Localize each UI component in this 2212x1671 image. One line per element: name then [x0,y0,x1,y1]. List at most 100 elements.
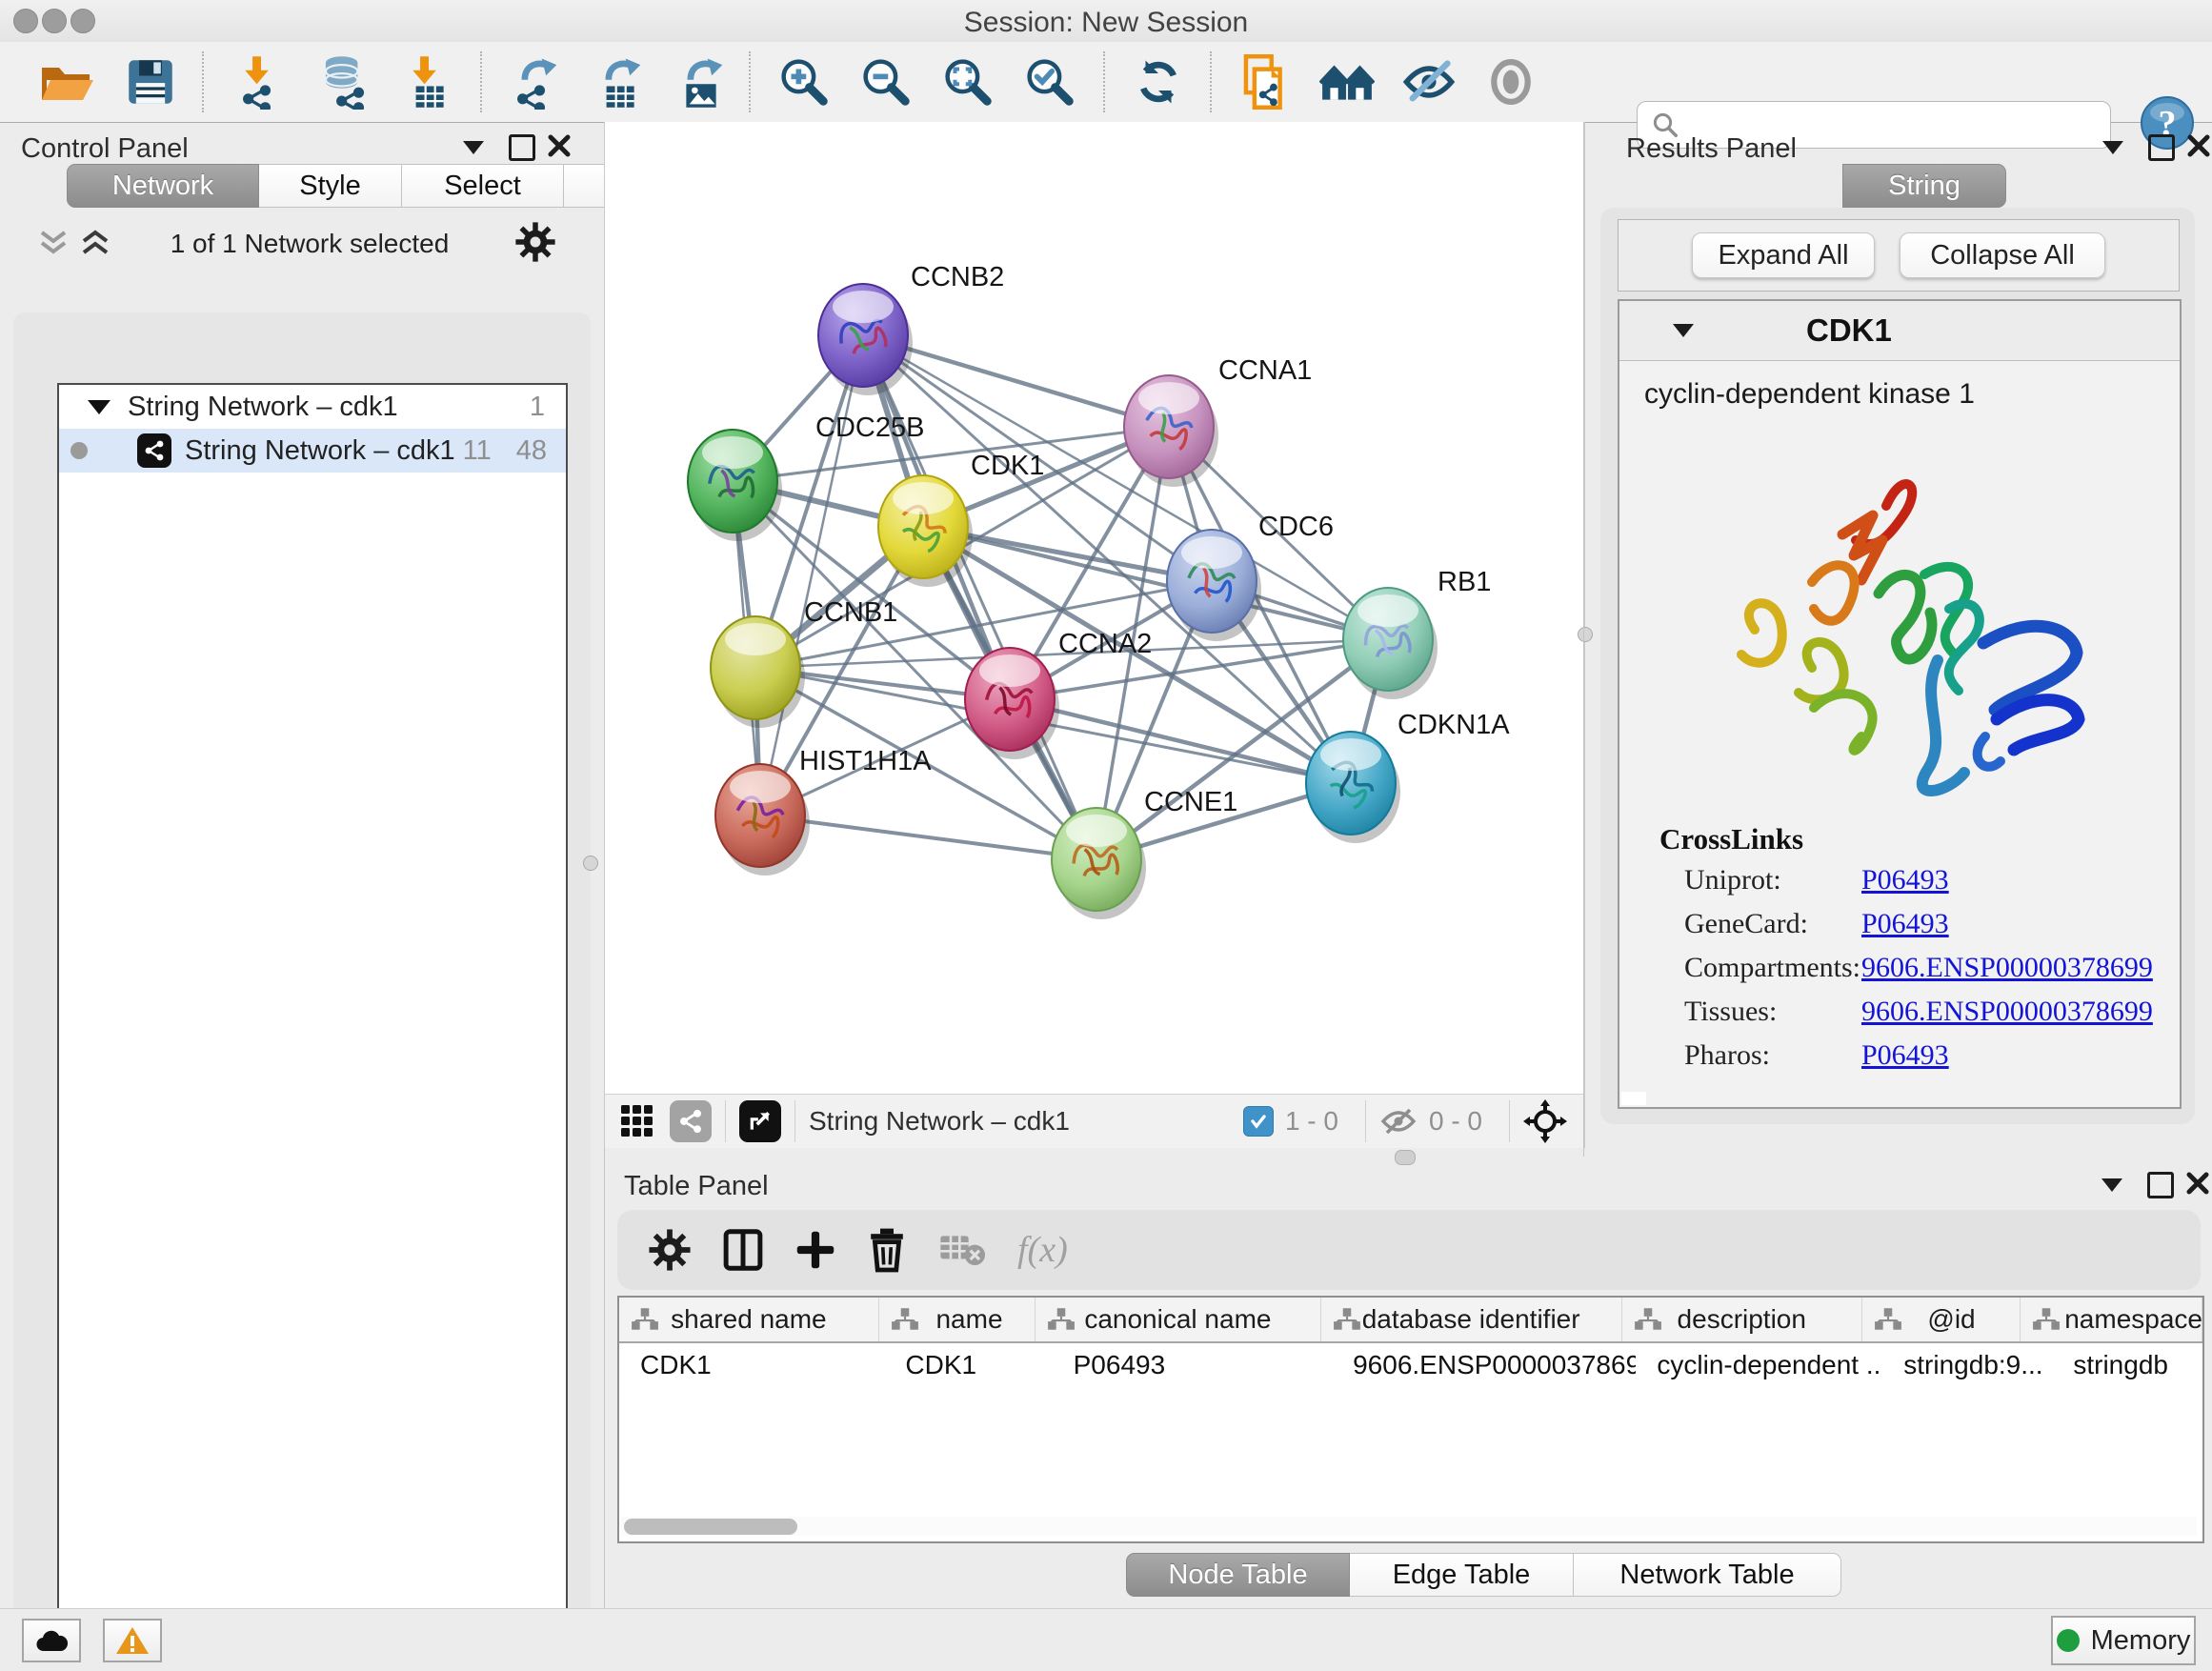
node-label: CCNB2 [911,262,1004,292]
crosslink-label: Pharos: [1684,1039,1861,1072]
delete-column-button[interactable] [867,1227,907,1273]
collapse-all-networks-icon[interactable] [36,227,70,259]
memory-button[interactable]: Memory [2051,1616,2196,1665]
export-network-button[interactable] [499,49,572,115]
memory-label: Memory [2091,1625,2191,1657]
gene-description: cyclin-dependent kinase 1 [1644,378,2180,411]
network-edge[interactable] [760,815,1096,859]
export-table-button[interactable] [583,49,655,115]
import-database-button[interactable] [309,49,381,115]
collapse-panel-icon[interactable] [463,141,484,154]
birdseye-button[interactable] [1523,1099,1567,1143]
zoom-fit-button[interactable] [932,49,1004,115]
warnings-button[interactable] [103,1619,162,1662]
column-header-database-identifier[interactable]: database identifier [1321,1298,1622,1341]
table-row[interactable]: CDK1 CDK1 P06493 9606.ENSP00000378699 cy… [619,1343,2202,1387]
network-node-cdkn1a[interactable]: CDKN1A [1306,710,1510,843]
export-image-button[interactable] [665,49,737,115]
splitter-handle[interactable] [583,856,598,871]
tab-network-table[interactable]: Network Table [1574,1553,1841,1597]
collection-expander-icon[interactable] [88,400,111,414]
gene-expander-icon[interactable] [1673,324,1694,337]
tab-style[interactable]: Style [259,164,402,208]
collapse-all-button[interactable]: Collapse All [1900,232,2105,278]
export-image-icon [675,54,727,110]
network-node-ccna1[interactable]: CCNA1 [1124,355,1312,487]
crosslink-tissues[interactable]: 9606.ENSP00000378699 [1861,996,2180,1028]
network-row-selected[interactable]: String Network – cdk1 11 48 [59,429,566,473]
hide-selected-button[interactable] [1393,49,1465,115]
open-session-button[interactable] [30,49,103,115]
table-cell: CDK1 [884,1343,1052,1387]
network-canvas[interactable]: CCNB2CCNA1CDC25BCDK1CDC6RB1CCNB1CCNA2CDK… [604,122,1585,1094]
node-label: CCNE1 [1144,787,1237,817]
crosslink-pharos[interactable]: P06493 [1861,1039,2180,1072]
tab-node-table[interactable]: Node Table [1126,1553,1350,1597]
expand-all-networks-icon[interactable] [78,227,112,259]
crosslink-uniprot[interactable]: P06493 [1861,864,2180,896]
table-mode-gear-button[interactable] [648,1228,692,1272]
network-node-ccnb2[interactable]: CCNB2 [818,262,1004,395]
zoom-in-button[interactable] [768,49,840,115]
column-header-id[interactable]: @id [1862,1298,2021,1341]
open-in-window-button[interactable] [739,1100,781,1142]
houses-button[interactable] [1311,49,1383,115]
network-icon [137,433,171,468]
network-node-ccne1[interactable]: CCNE1 [1052,787,1237,919]
tab-network[interactable]: Network [67,164,259,208]
show-columns-button[interactable] [722,1227,764,1273]
zoom-fit-icon [942,56,994,108]
results-panel-title: Results Panel [1626,133,1797,165]
crosslink-compartments[interactable]: 9606.ENSP00000378699 [1861,952,2180,984]
network-options-gear-button[interactable] [514,221,556,263]
column-header-name[interactable]: name [879,1298,1036,1341]
network-collection-row[interactable]: String Network – cdk1 1 [59,385,566,429]
expand-all-button[interactable]: Expand All [1692,232,1875,278]
gene-card-header[interactable]: CDK1 [1619,301,2180,361]
column-header-description[interactable]: description [1622,1298,1862,1341]
view-network-button[interactable] [670,1100,712,1142]
column-header-namespace[interactable]: namespace [2021,1298,2202,1341]
show-all-button[interactable] [1475,49,1547,115]
zoom-selected-button[interactable] [1014,49,1086,115]
network-node-rb1[interactable]: RB1 [1343,567,1491,699]
tab-edge-table[interactable]: Edge Table [1350,1553,1574,1597]
hidden-eye-slash-icon[interactable] [1379,1106,1418,1137]
cloud-button[interactable] [22,1619,81,1662]
column-header-canonical-name[interactable]: canonical name [1036,1298,1320,1341]
import-table-button[interactable] [392,49,465,115]
network-graph[interactable]: CCNB2CCNA1CDC25BCDK1CDC6RB1CCNB1CCNA2CDK… [605,122,1584,1094]
column-header-shared-name[interactable]: shared name [619,1298,879,1341]
crosslink-label: GeneCard: [1684,908,1861,940]
node-label: CDKN1A [1398,710,1510,740]
view-grid-button[interactable] [620,1104,654,1138]
create-column-button[interactable] [794,1229,836,1271]
import-network-button[interactable] [225,49,297,115]
float-panel-icon[interactable] [2147,1172,2174,1198]
tab-string[interactable]: String [1842,164,2006,208]
zoom-out-button[interactable] [850,49,922,115]
close-panel-icon[interactable] [2185,1171,2210,1196]
splitter-handle[interactable] [1395,1150,1416,1165]
delete-table-button[interactable] [939,1232,985,1268]
zoom-in-icon [778,56,830,108]
network-node-hist1h1a[interactable]: HIST1H1A [715,746,932,876]
node-label: CCNA1 [1218,355,1312,386]
toolbar-separator [1210,51,1212,112]
node-label: CDC6 [1258,512,1334,542]
selected-checkbox-icon[interactable] [1243,1106,1274,1137]
collapse-panel-icon[interactable] [2102,141,2123,154]
crosslink-genecard[interactable]: P06493 [1861,908,2180,940]
save-session-button[interactable] [114,49,187,115]
duplicate-network-button[interactable] [1229,49,1301,115]
collapse-panel-icon[interactable] [2101,1178,2122,1192]
tab-select[interactable]: Select [402,164,564,208]
float-panel-icon[interactable] [509,134,535,161]
horizontal-scrollbar-thumb[interactable] [624,1519,797,1535]
refresh-network-button[interactable] [1122,49,1195,115]
float-panel-icon[interactable] [2148,134,2175,161]
close-panel-icon[interactable] [2186,133,2211,158]
network-edge[interactable] [760,335,863,815]
function-builder-button[interactable]: f(x) [1017,1229,1068,1271]
close-panel-icon[interactable] [547,133,572,158]
